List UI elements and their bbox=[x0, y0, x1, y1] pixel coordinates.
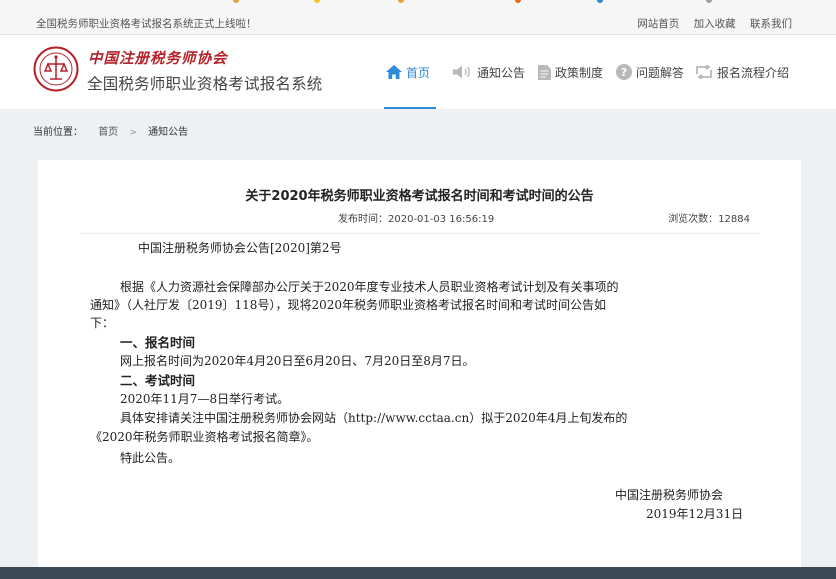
footer bbox=[0, 567, 836, 579]
top-decoration bbox=[0, 0, 836, 4]
nav-faq-label: 问题解答 bbox=[636, 65, 685, 80]
logo-title: 中国注册税务师协会 bbox=[88, 50, 228, 67]
nav-process[interactable]: 报名流程介绍 bbox=[695, 35, 789, 109]
signature-date: 2019年12月31日 bbox=[646, 507, 744, 521]
article-panel: 关于2020年税务师职业资格考试报名时间和考试时间的公告 发布时间：2020-0… bbox=[38, 160, 801, 570]
nav-policies[interactable]: 政策制度 bbox=[538, 35, 603, 109]
publish-time: 发布时间：2020-01-03 16:56:19 bbox=[338, 210, 494, 225]
top-bar: 全国税务师职业资格考试报名系统正式上线啦！ 网站首页 加入收藏 联系我们 bbox=[0, 0, 836, 35]
doc-number: 中国注册税务师协会公告[2020]第2号 bbox=[138, 241, 342, 255]
nav-home[interactable]: 首页 bbox=[383, 35, 437, 109]
breadcrumb-separator-icon: > bbox=[129, 128, 137, 138]
add-favorite-link[interactable]: 加入收藏 bbox=[694, 18, 736, 30]
nav-notices[interactable]: 通知公告 bbox=[453, 35, 525, 109]
document-icon bbox=[538, 64, 551, 80]
nav-faq[interactable]: ? 问题解答 bbox=[616, 35, 684, 109]
nav-policies-label: 政策制度 bbox=[555, 65, 604, 80]
registration-time-text: 网上报名时间为2020年4月20日至6月20日、7月20日至8月7日。 bbox=[120, 354, 475, 368]
section-heading-registration: 一、报名时间 bbox=[120, 335, 196, 350]
nav-process-label: 报名流程介绍 bbox=[717, 65, 790, 80]
site-notice: 全国税务师职业资格考试报名系统正式上线啦！ bbox=[36, 18, 257, 30]
top-links: 网站首页 加入收藏 联系我们 bbox=[626, 16, 792, 31]
breadcrumb-label: 当前位置： bbox=[33, 127, 83, 138]
article-divider bbox=[80, 233, 760, 234]
paragraph-line: 下： bbox=[90, 316, 115, 330]
system-name: 全国税务师职业资格考试报名系统 bbox=[87, 75, 323, 93]
site-home-link[interactable]: 网站首页 bbox=[637, 18, 679, 30]
paragraph-line: 具体安排请关注中国注册税务师协会网站（http://www.cctaa.cn）拟… bbox=[120, 411, 628, 425]
breadcrumb-current: 通知公告 bbox=[148, 127, 189, 138]
publish-time-value: 2020-01-03 16:56:19 bbox=[388, 214, 495, 225]
view-count-label: 浏览次数： bbox=[668, 214, 719, 225]
svg-text:?: ? bbox=[621, 66, 627, 79]
paragraph-line: 《2020年税务师职业资格考试报名简章》。 bbox=[90, 430, 319, 444]
paragraph-line: 通知》（人社厅发〔2019〕118号），现将2020年税务师职业资格考试报名时间… bbox=[90, 298, 606, 312]
header: 中国注册税务师协会 全国税务师职业资格考试报名系统 首页 通知公告 政策制度 ?… bbox=[0, 35, 836, 109]
question-icon: ? bbox=[616, 64, 632, 80]
nav-notices-label: 通知公告 bbox=[477, 65, 526, 80]
contact-us-link[interactable]: 联系我们 bbox=[750, 18, 792, 30]
publish-time-label: 发布时间： bbox=[338, 214, 388, 225]
section-heading-exam: 二、考试时间 bbox=[120, 373, 196, 388]
view-count-value: 12884 bbox=[718, 214, 750, 225]
signature: 中国注册税务师协会 bbox=[615, 488, 724, 502]
breadcrumb: 当前位置： 首页 > 通知公告 bbox=[33, 123, 188, 138]
article-title: 关于2020年税务师职业资格考试报名时间和考试时间的公告 bbox=[245, 189, 594, 204]
paragraph-line: 根据《人力资源社会保障部办公厅关于2020年度专业技术人员职业资格考试计划及有关… bbox=[120, 280, 619, 294]
nav-home-label: 首页 bbox=[406, 65, 431, 80]
cycle-icon bbox=[696, 65, 712, 79]
speaker-icon bbox=[453, 65, 470, 79]
home-icon bbox=[386, 65, 402, 79]
breadcrumb-home-link[interactable]: 首页 bbox=[98, 127, 118, 138]
association-seal-icon[interactable] bbox=[33, 46, 79, 92]
closing-text: 特此公告。 bbox=[120, 451, 181, 465]
exam-time-text: 2020年11月7—8日举行考试。 bbox=[120, 392, 290, 406]
view-count: 浏览次数：12884 bbox=[668, 210, 750, 225]
